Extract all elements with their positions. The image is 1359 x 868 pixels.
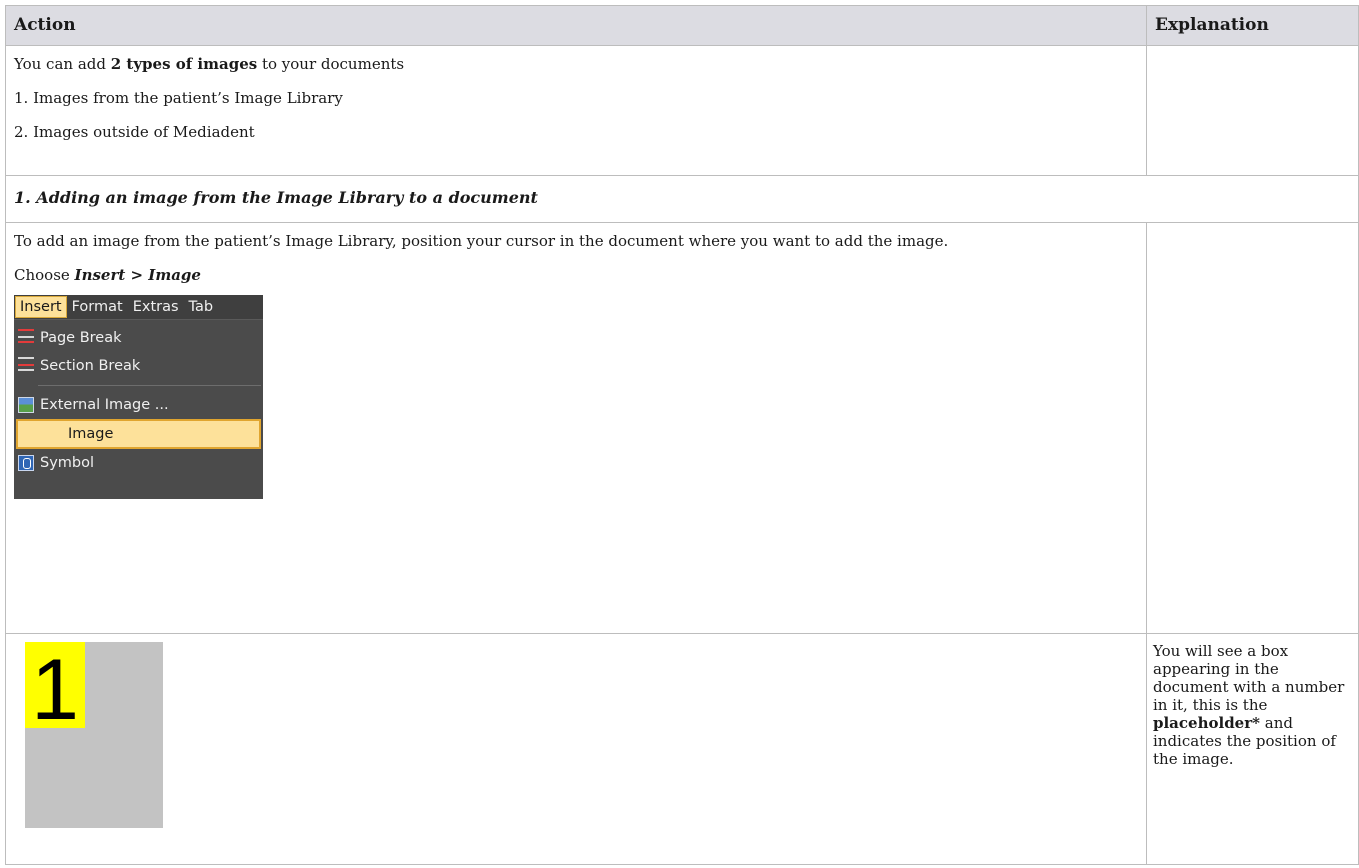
explanation-column-header: Explanation (1146, 5, 1359, 46)
section-title-cell: 1. Adding an image from the Image Librar… (5, 175, 1359, 223)
instruction-table: Action Explanation You can add 2 types o… (5, 5, 1359, 865)
menu-item-label: Image (68, 426, 114, 442)
insert-menu-screenshot: Insert Format Extras Tab Page Break Sect… (14, 295, 263, 499)
section-row: 1. Adding an image from the Image Librar… (5, 175, 1359, 223)
menu-item-section-break[interactable]: Section Break (14, 352, 263, 380)
menu-item-external-image[interactable]: External Image ... (14, 391, 263, 419)
step2-explanation-cell: You will see a box appearing in the docu… (1146, 633, 1359, 865)
page-break-icon (18, 329, 34, 347)
intro-line: You can add 2 types of images to your do… (14, 54, 1138, 74)
menu-table[interactable]: Tab (184, 296, 219, 318)
step1-choose: Choose Insert > Image (14, 265, 1138, 285)
table-header-row: Action Explanation (5, 5, 1359, 46)
table-row: 1 You will see a box appearing in the do… (5, 633, 1359, 865)
step1-action-cell: To add an image from the patient’s Image… (5, 222, 1147, 634)
explanation-text: You will see a box appearing in the docu… (1153, 642, 1345, 714)
menu-insert[interactable]: Insert (15, 296, 67, 318)
step2-action-cell: 1 (5, 633, 1147, 865)
intro-item-1: 1. Images from the patient’s Image Libra… (14, 89, 343, 107)
placeholder-explanation: You will see a box appearing in the docu… (1147, 634, 1358, 768)
menu-bar: Insert Format Extras Tab (14, 295, 263, 320)
menu-item-label: Symbol (40, 455, 95, 471)
step1-explanation-cell (1146, 222, 1359, 634)
placeholder-number: 1 (25, 642, 85, 728)
step1-text: To add an image from the patient’s Image… (14, 232, 949, 250)
menu-item-label: External Image ... (40, 397, 169, 413)
intro-action-cell: You can add 2 types of images to your do… (5, 45, 1147, 176)
choose-prefix: Choose (14, 266, 75, 284)
choose-menu-path: Insert > Image (74, 266, 201, 284)
section-title: 1. Adding an image from the Image Librar… (14, 188, 538, 207)
menu-format[interactable]: Format (67, 296, 128, 318)
intro-bold-text: 2 types of images (110, 55, 258, 73)
external-image-icon (18, 397, 34, 413)
intro-explanation-cell (1146, 45, 1359, 176)
symbol-icon (18, 455, 34, 471)
section-break-icon (18, 357, 34, 375)
placeholder-term: placeholder* (1153, 714, 1260, 732)
menu-item-symbol[interactable]: Symbol (14, 449, 263, 477)
menu-item-label: Page Break (40, 330, 122, 346)
table-row: To add an image from the patient’s Image… (5, 222, 1359, 634)
intro-item-2: 2. Images outside of Mediadent (14, 123, 255, 141)
menu-item-label: Section Break (40, 358, 141, 374)
menu-item-image[interactable]: Image (16, 419, 261, 449)
menu-separator (38, 385, 261, 386)
intro-text: You can add (14, 55, 111, 73)
intro-text-end: to your documents (257, 55, 405, 73)
menu-item-page-break[interactable]: Page Break (14, 324, 263, 352)
table-row: You can add 2 types of images to your do… (5, 45, 1359, 176)
placeholder-box: 1 (25, 642, 163, 828)
menu-extras[interactable]: Extras (128, 296, 184, 318)
action-column-header: Action (5, 5, 1147, 46)
